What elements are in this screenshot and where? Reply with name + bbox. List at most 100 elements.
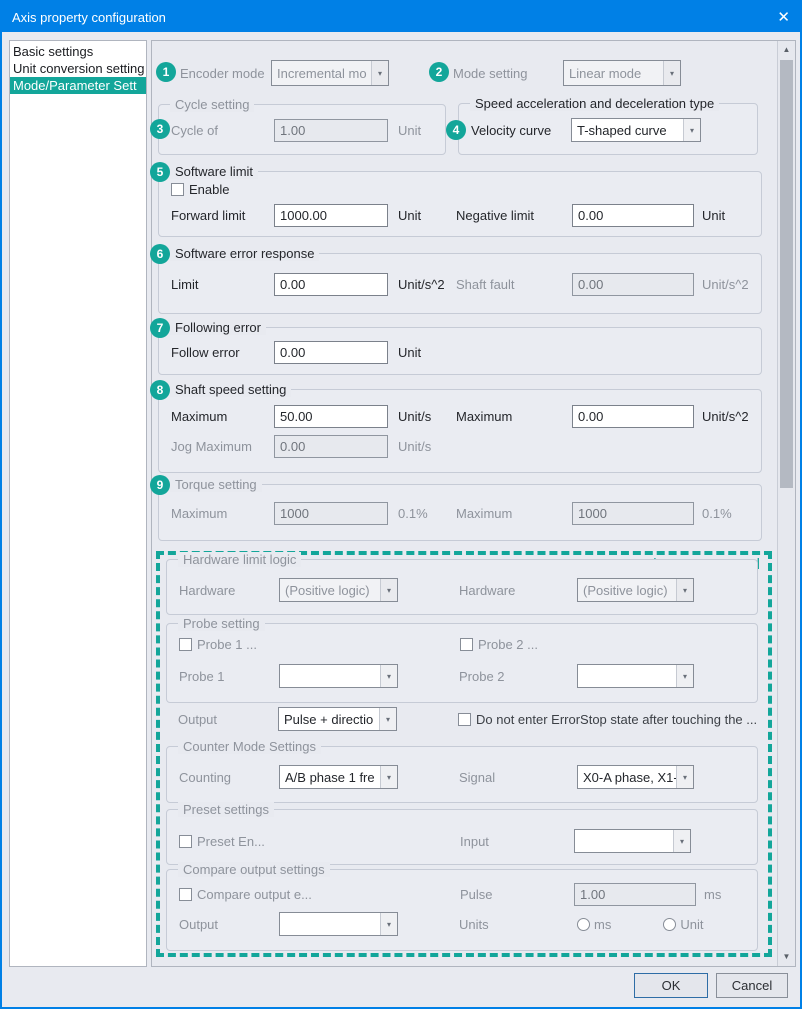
compare-output-label: Output xyxy=(179,917,279,932)
shaft-fault-input[interactable] xyxy=(572,273,694,296)
scrollbar-thumb[interactable] xyxy=(780,60,793,488)
output-mode-dropdown[interactable]: Pulse + directio ▾ xyxy=(278,707,397,731)
torque-max2-label: Maximum xyxy=(456,506,572,521)
probe2-check-label: Probe 2 ... xyxy=(478,637,538,652)
software-limit-group: Software limit 5 Enable Forward limit Un… xyxy=(158,171,762,237)
axis-property-dialog: Axis property configuration ✕ Basic sett… xyxy=(0,0,802,1009)
error-limit-input[interactable] xyxy=(274,273,388,296)
velocity-curve-label: Velocity curve xyxy=(471,123,571,138)
error-limit-label: Limit xyxy=(171,277,274,292)
step-1-badge: 1 xyxy=(156,62,176,82)
counter-mode-group: Counter Mode Settings Counting A/B phase… xyxy=(166,746,758,803)
follow-error-input[interactable] xyxy=(274,341,388,364)
hardware1-dropdown[interactable]: (Positive logic) ▾ xyxy=(279,578,398,602)
hardware2-dropdown[interactable]: (Positive logic) ▾ xyxy=(577,578,694,602)
preset-enable-checkbox[interactable] xyxy=(179,835,192,848)
shaft-fault-label: Shaft fault xyxy=(456,277,572,292)
sidebar-item-basic-settings[interactable]: Basic settings xyxy=(10,43,146,60)
probe-setting-title: Probe setting xyxy=(178,616,265,631)
hardware1-label: Hardware xyxy=(179,583,279,598)
encoder-mode-dropdown[interactable]: Incremental mo ▾ xyxy=(271,60,389,86)
shaft-speed-group: Shaft speed setting 8 Maximum Unit/s Max… xyxy=(158,389,762,473)
preset-input-dropdown[interactable]: ▾ xyxy=(574,829,691,853)
step-6-badge: 6 xyxy=(150,244,170,264)
forward-limit-input[interactable] xyxy=(274,204,388,227)
step-3-badge: 3 xyxy=(150,119,170,139)
chevron-down-icon: ▾ xyxy=(371,61,388,85)
counting-dropdown[interactable]: A/B phase 1 fre ▾ xyxy=(279,765,398,789)
mode-setting-dropdown[interactable]: Linear mode ▾ xyxy=(563,60,681,86)
probe2-checkbox[interactable] xyxy=(460,638,473,651)
chevron-down-icon: ▾ xyxy=(379,708,396,730)
scroll-up-icon[interactable]: ▲ xyxy=(778,42,795,58)
shaft-fault-unit: Unit/s^2 xyxy=(702,277,749,292)
negative-limit-input[interactable] xyxy=(572,204,694,227)
compare-units-label: Units xyxy=(459,917,577,932)
chevron-down-icon: ▾ xyxy=(380,579,397,601)
vertical-scrollbar: ▲ ▼ xyxy=(777,41,795,966)
units-unit-radio[interactable] xyxy=(663,918,676,931)
settings-nav-list: Basic settings Unit conversion setting M… xyxy=(9,40,147,967)
errorstop-checkbox[interactable] xyxy=(458,713,471,726)
compare-pulse-input[interactable] xyxy=(574,883,696,906)
max-acc-label: Maximum xyxy=(456,409,572,424)
chevron-down-icon: ▾ xyxy=(673,830,690,852)
preset-settings-title: Preset settings xyxy=(178,802,274,817)
torque-max1-label: Maximum xyxy=(171,506,274,521)
forward-limit-label: Forward limit xyxy=(171,208,274,223)
cycle-of-label: Cycle of xyxy=(171,123,274,138)
follow-error-unit: Unit xyxy=(398,345,456,360)
ok-button[interactable]: OK xyxy=(634,973,708,998)
velocity-curve-value: T-shaped curve xyxy=(572,123,683,138)
error-limit-unit: Unit/s^2 xyxy=(398,277,456,292)
hardware-limit-group: Hardware limit logic Hardware (Positive … xyxy=(166,559,758,615)
torque-max1-input[interactable] xyxy=(274,502,388,525)
compare-enable-checkbox[interactable] xyxy=(179,888,192,901)
sidebar-item-unit-conversion[interactable]: Unit conversion setting xyxy=(10,60,146,77)
probe2-dropdown[interactable]: ▾ xyxy=(577,664,694,688)
speed-type-group: Speed acceleration and deceleration type… xyxy=(458,103,758,155)
software-error-group: Software error response 6 Limit Unit/s^2… xyxy=(158,253,762,314)
follow-error-label: Follow error xyxy=(171,345,274,360)
mode-setting-label: Mode setting xyxy=(453,66,527,81)
units-ms-radio[interactable] xyxy=(577,918,590,931)
chevron-down-icon: ▾ xyxy=(676,579,693,601)
signal-label: Signal xyxy=(459,770,577,785)
velocity-curve-dropdown[interactable]: T-shaped curve ▾ xyxy=(571,118,701,142)
compare-output-title: Compare output settings xyxy=(178,862,330,877)
probe-setting-group: Probe setting Probe 1 ... Probe 2 ... Pr… xyxy=(166,623,758,703)
software-limit-enable-checkbox[interactable] xyxy=(171,183,184,196)
compare-pulse-unit: ms xyxy=(704,887,721,902)
preset-enable-label: Preset En... xyxy=(197,834,265,849)
signal-dropdown[interactable]: X0-A phase, X1- ▾ xyxy=(577,765,694,789)
compare-enable-label: Compare output e... xyxy=(197,887,312,902)
software-limit-enable-label: Enable xyxy=(189,182,229,197)
max-speed-input[interactable] xyxy=(274,405,388,428)
probe1-check-label: Probe 1 ... xyxy=(197,637,257,652)
scroll-down-icon[interactable]: ▼ xyxy=(778,949,795,965)
step-5-badge: 5 xyxy=(150,162,170,182)
step-8-badge: 8 xyxy=(150,380,170,400)
signal-value: X0-A phase, X1- xyxy=(578,770,676,785)
cycle-of-input[interactable] xyxy=(274,119,388,142)
compare-pulse-label: Pulse xyxy=(460,887,574,902)
counting-value: A/B phase 1 fre xyxy=(280,770,380,785)
close-icon[interactable]: ✕ xyxy=(777,10,790,25)
preset-input-label: Input xyxy=(460,834,574,849)
jog-max-input[interactable] xyxy=(274,435,388,458)
mode-parameter-panel: 1 Encoder mode Incremental mo ▾ 2 Mode s… xyxy=(151,40,796,967)
probe1-checkbox[interactable] xyxy=(179,638,192,651)
encoder-mode-label: Encoder mode xyxy=(180,66,265,81)
following-error-group: Following error 7 Follow error Unit xyxy=(158,327,762,375)
cancel-button[interactable]: Cancel xyxy=(716,973,788,998)
probe1-dropdown[interactable]: ▾ xyxy=(279,664,398,688)
forward-limit-unit: Unit xyxy=(398,208,456,223)
chevron-down-icon: ▾ xyxy=(380,913,397,935)
max-speed-unit: Unit/s xyxy=(398,409,456,424)
torque-max2-input[interactable] xyxy=(572,502,694,525)
sidebar-item-mode-parameter[interactable]: Mode/Parameter Sett xyxy=(10,77,146,94)
compare-output-dropdown[interactable]: ▾ xyxy=(279,912,398,936)
max-acc-unit: Unit/s^2 xyxy=(702,409,749,424)
max-acc-input[interactable] xyxy=(572,405,694,428)
following-error-title: Following error xyxy=(170,320,266,335)
